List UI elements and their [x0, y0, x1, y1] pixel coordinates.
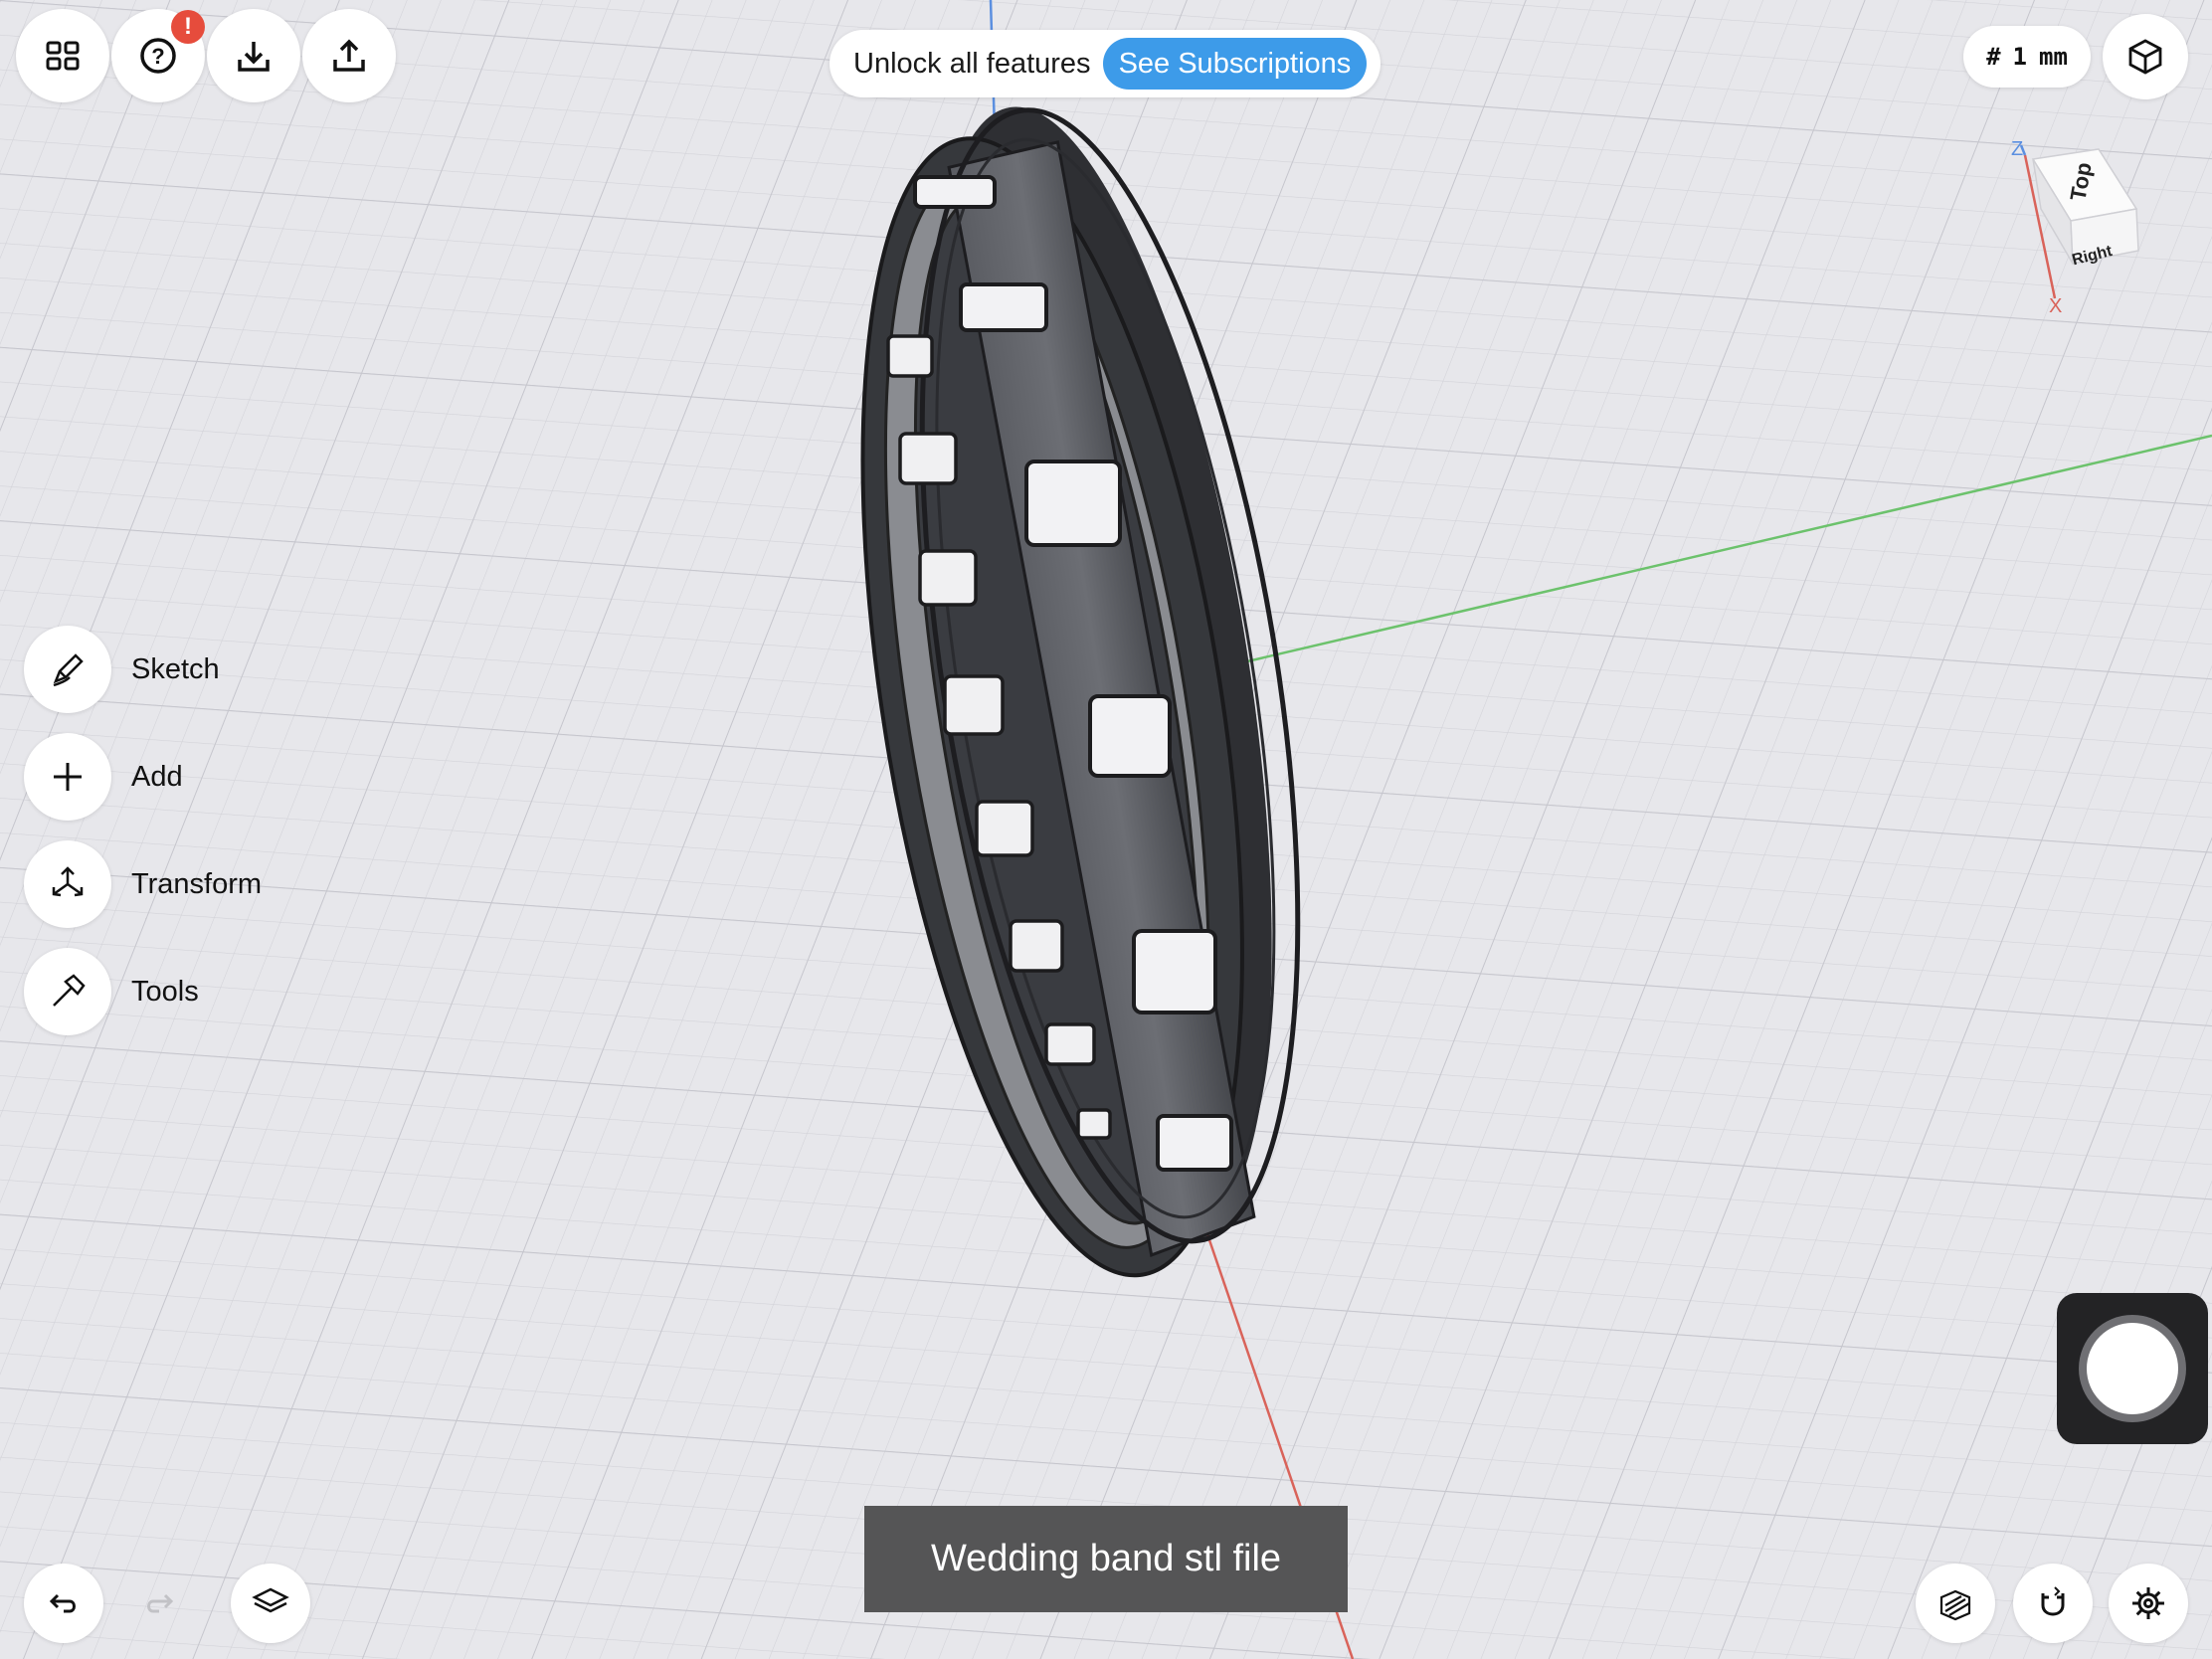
magnet-icon: [2041, 1586, 2065, 1616]
menu-item-transform[interactable]: Transform: [24, 839, 342, 929]
settings-button[interactable]: [2109, 1564, 2188, 1643]
apps-button[interactable]: [16, 9, 109, 102]
sketch-button[interactable]: [24, 626, 111, 713]
grid-symbol: #: [1986, 43, 2001, 71]
plus-icon: [54, 763, 82, 791]
see-subscriptions-button[interactable]: See Subscriptions: [1102, 38, 1368, 90]
add-button[interactable]: [24, 733, 111, 821]
cube-view-icon: [2128, 39, 2162, 75]
axis-z-label: Z: [2011, 138, 2023, 160]
menu-label-sketch: Sketch: [131, 652, 220, 685]
record-button[interactable]: [2087, 1323, 2178, 1414]
undo-button[interactable]: [24, 1564, 103, 1643]
gear-icon: [2132, 1587, 2164, 1619]
layers-button[interactable]: [231, 1564, 310, 1643]
transform-arrows-icon: [52, 866, 84, 897]
grid-unit: mm: [2039, 43, 2068, 71]
undo-icon: [49, 1593, 76, 1613]
menu-item-sketch[interactable]: Sketch: [24, 625, 342, 714]
section-view-icon: [1939, 1589, 1971, 1621]
help-alert-badge: !: [171, 10, 205, 44]
layers-icon: [252, 1587, 289, 1613]
grid-value: 1: [2012, 43, 2027, 71]
download-icon: [238, 42, 270, 72]
menu-label-add: Add: [131, 760, 183, 793]
axis-x-label: X: [2049, 295, 2062, 317]
caption-overlay: Wedding band stl file: [864, 1506, 1348, 1612]
share-button[interactable]: [302, 9, 396, 102]
download-button[interactable]: [207, 9, 300, 102]
transform-button[interactable]: [24, 840, 111, 928]
menu-item-tools[interactable]: Tools: [24, 947, 342, 1036]
share-icon: [333, 39, 365, 72]
view-mode-button[interactable]: [2103, 14, 2188, 99]
grid-unit-button[interactable]: # 1 mm: [1963, 26, 2091, 88]
section-view-button[interactable]: [1916, 1564, 1995, 1643]
snap-button[interactable]: [2013, 1564, 2093, 1643]
unlock-banner: Unlock all features See Subscriptions: [830, 30, 1381, 97]
pencil-icon: [53, 653, 84, 687]
redo-button[interactable]: [119, 1564, 199, 1643]
viewport-canvas[interactable]: Top Right Z X: [0, 0, 2212, 1659]
help-icon: ?: [140, 38, 176, 74]
menu-label-tools: Tools: [131, 975, 199, 1008]
menu-item-add[interactable]: Add: [24, 732, 342, 822]
hammer-icon: [53, 974, 86, 1007]
menu-label-transform: Transform: [131, 867, 263, 900]
grid-apps-icon: [46, 41, 80, 71]
tools-button[interactable]: [24, 948, 111, 1035]
redo-icon: [147, 1593, 174, 1613]
record-panel: [2057, 1293, 2208, 1444]
svg-text:?: ?: [151, 44, 164, 69]
unlock-text: Unlock all features: [853, 47, 1091, 80]
